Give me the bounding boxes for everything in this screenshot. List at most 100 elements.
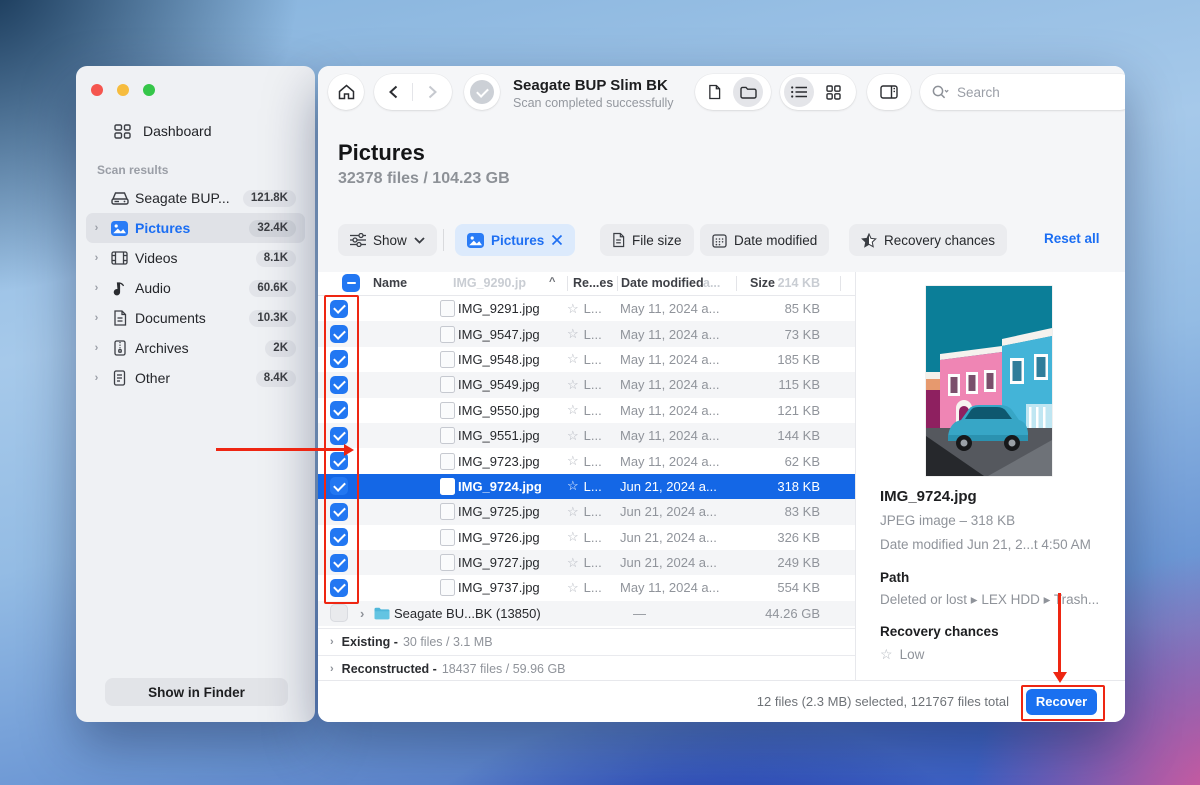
- filter-chip-file-size[interactable]: File size: [600, 224, 694, 256]
- star-icon[interactable]: ☆: [567, 555, 579, 571]
- preview-path-label: Path: [880, 570, 909, 585]
- table-row[interactable]: IMG_9737.jpg ☆L... May 11, 2024 a... 554…: [318, 575, 855, 600]
- row-checkbox[interactable]: [330, 503, 348, 521]
- column-header-recovery[interactable]: Re...es: [573, 276, 613, 290]
- table-row[interactable]: IMG_9551.jpg ☆L... May 11, 2024 a... 144…: [318, 423, 855, 448]
- sidebar-item-archives[interactable]: › Archives 2K: [86, 333, 305, 363]
- file-icon: [708, 84, 721, 100]
- nav-pill: [374, 74, 452, 110]
- folders-view-button[interactable]: [733, 77, 763, 107]
- filter-chip-recovery-chances[interactable]: Recovery chances: [849, 224, 1007, 256]
- back-button[interactable]: [374, 85, 412, 99]
- table-row-selected[interactable]: IMG_9724.jpg ☆L... Jun 21, 2024 a... 318…: [318, 474, 855, 499]
- star-icon[interactable]: ☆: [567, 580, 579, 596]
- chevron-right-icon[interactable]: ›: [86, 222, 107, 234]
- row-checkbox[interactable]: [330, 452, 348, 470]
- row-checkbox[interactable]: [330, 554, 348, 572]
- star-icon[interactable]: ☆: [567, 453, 579, 469]
- star-icon[interactable]: ☆: [567, 504, 579, 520]
- close-window-button[interactable]: [91, 84, 103, 96]
- show-filter-dropdown[interactable]: Show: [338, 224, 437, 256]
- star-icon[interactable]: ☆: [567, 301, 579, 317]
- filter-chip-pictures[interactable]: Pictures: [455, 224, 575, 256]
- zoom-window-button[interactable]: [143, 84, 155, 96]
- preview-panel-toggle[interactable]: [867, 74, 911, 110]
- recovery-value: L...: [584, 301, 602, 316]
- table-row[interactable]: IMG_9727.jpg ☆L... Jun 21, 2024 a... 249…: [318, 550, 855, 575]
- sidebar-item-documents[interactable]: › Documents 10.3K: [86, 303, 305, 333]
- row-checkbox[interactable]: [330, 325, 348, 343]
- table-row[interactable]: IMG_9725.jpg ☆L... Jun 21, 2024 a... 83 …: [318, 499, 855, 524]
- row-checkbox[interactable]: [330, 350, 348, 368]
- chevron-right-icon[interactable]: ›: [330, 663, 334, 675]
- reset-all-link[interactable]: Reset all: [1044, 231, 1100, 246]
- row-checkbox[interactable]: [330, 376, 348, 394]
- minimize-window-button[interactable]: [117, 84, 129, 96]
- table-row[interactable]: IMG_9291.jpg ☆L... May 11, 2024 a... 85 …: [318, 296, 855, 321]
- search-input[interactable]: [955, 84, 1089, 101]
- forward-button[interactable]: [413, 85, 451, 99]
- chevron-right-icon[interactable]: ›: [86, 282, 107, 294]
- star-icon[interactable]: ☆: [567, 478, 579, 494]
- chevron-right-icon[interactable]: ›: [330, 636, 334, 648]
- audio-icon: [107, 281, 132, 296]
- table-row[interactable]: IMG_9550.jpg ☆L... May 11, 2024 a... 121…: [318, 398, 855, 423]
- filter-chip-date-modified[interactable]: Date modified: [700, 224, 829, 256]
- row-checkbox[interactable]: [330, 528, 348, 546]
- column-header-size[interactable]: Size: [750, 276, 775, 290]
- column-header-date[interactable]: Date modified: [621, 276, 704, 290]
- sort-ascending-icon[interactable]: ^: [549, 276, 555, 288]
- row-checkbox[interactable]: [330, 477, 348, 495]
- star-icon[interactable]: ☆: [567, 377, 579, 393]
- chevron-right-icon[interactable]: ›: [86, 372, 107, 384]
- show-label: Show: [373, 233, 407, 248]
- star-icon[interactable]: ☆: [567, 529, 579, 545]
- row-checkbox[interactable]: [330, 300, 348, 318]
- sidebar-item-other[interactable]: › Other 8.4K: [86, 363, 305, 393]
- file-name: IMG_9548.jpg: [458, 352, 567, 367]
- recover-button[interactable]: Recover: [1026, 689, 1097, 715]
- grid-view-button[interactable]: [814, 85, 852, 100]
- sidebar-item-audio[interactable]: › Audio 60.6K: [86, 273, 305, 303]
- row-checkbox[interactable]: [330, 579, 348, 597]
- count-badge: 32.4K: [249, 220, 296, 237]
- chevron-right-icon[interactable]: ›: [86, 312, 107, 324]
- home-button[interactable]: [328, 74, 364, 110]
- sidebar-item-pictures[interactable]: › Pictures 32.4K: [86, 213, 305, 243]
- list-view-button[interactable]: [784, 77, 814, 107]
- row-checkbox[interactable]: [330, 401, 348, 419]
- table-row[interactable]: IMG_9723.jpg ☆L... May 11, 2024 a... 62 …: [318, 448, 855, 473]
- section-existing[interactable]: › Existing - 30 files / 3.1 MB: [318, 628, 855, 655]
- search-field[interactable]: [920, 74, 1125, 110]
- preview-image: [926, 286, 1052, 476]
- column-header-name[interactable]: Name: [373, 276, 407, 290]
- recovery-value: L...: [584, 352, 602, 367]
- show-in-finder-button[interactable]: Show in Finder: [105, 678, 288, 706]
- table-row[interactable]: IMG_9726.jpg ☆L... Jun 21, 2024 a... 326…: [318, 525, 855, 550]
- row-checkbox-unchecked[interactable]: [330, 604, 348, 622]
- star-icon[interactable]: ☆: [567, 326, 579, 342]
- table-row[interactable]: IMG_9547.jpg ☆L... May 11, 2024 a... 73 …: [318, 321, 855, 346]
- chevron-right-icon[interactable]: ›: [86, 252, 107, 264]
- table-row[interactable]: IMG_9548.jpg ☆L... May 11, 2024 a... 185…: [318, 347, 855, 372]
- star-icon[interactable]: ☆: [567, 428, 579, 444]
- sidebar-item-label: Seagate BUP...: [135, 190, 230, 206]
- section-reconstructed[interactable]: › Reconstructed - 18437 files / 59.96 GB: [318, 655, 855, 683]
- star-icon[interactable]: ☆: [567, 402, 579, 418]
- row-checkbox[interactable]: [330, 427, 348, 445]
- sidebar-item-videos[interactable]: › Videos 8.1K: [86, 243, 305, 273]
- table-row-folder[interactable]: › Seagate BU...BK (13850) — 44.26 GB: [318, 601, 855, 626]
- preview-recovery-label: Recovery chances: [880, 624, 999, 639]
- select-all-checkbox[interactable]: [342, 274, 360, 292]
- close-icon[interactable]: [551, 234, 563, 246]
- star-icon[interactable]: ☆: [567, 351, 579, 367]
- files-view-button[interactable]: [695, 84, 733, 100]
- scan-status-button[interactable]: [464, 74, 500, 110]
- scan-title: Seagate BUP Slim BK: [513, 77, 674, 94]
- table-row[interactable]: IMG_9549.jpg ☆L... May 11, 2024 a... 115…: [318, 372, 855, 397]
- chevron-right-icon[interactable]: ›: [360, 606, 374, 621]
- image-file-icon: [440, 300, 455, 317]
- sidebar-item-seagate[interactable]: Seagate BUP... 121.8K: [86, 183, 305, 213]
- sidebar-item-dashboard[interactable]: Dashboard: [86, 117, 305, 145]
- chevron-right-icon[interactable]: ›: [86, 342, 107, 354]
